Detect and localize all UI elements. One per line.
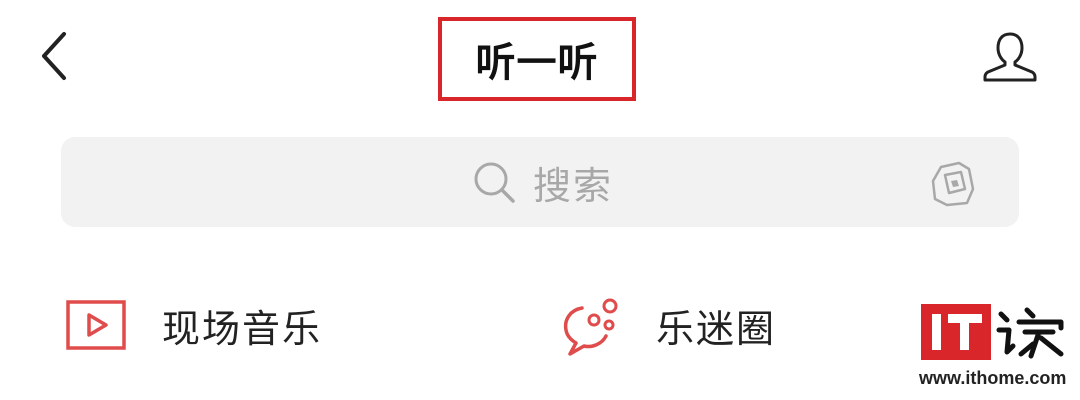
search-center: 搜索 (471, 137, 613, 227)
category-label-live-music: 现场音乐 (162, 306, 323, 351)
title-highlight-box: 听一听 (438, 17, 636, 101)
chat-bubble-icon (563, 298, 618, 356)
user-icon (983, 32, 1037, 82)
page-title: 听一听 (475, 40, 599, 86)
ithome-logo (921, 304, 1064, 360)
ithome-watermark: www.ithome.com (915, 300, 1067, 395)
watermark-url: www.ithome.com (919, 368, 1067, 388)
page: 听一听 搜索 现场音乐 乐迷圈 www.ithome.com (0, 0, 1080, 400)
chevron-left-icon (42, 32, 66, 80)
category-fan-circle[interactable]: 乐迷圈 (560, 290, 776, 360)
back-button[interactable] (30, 28, 80, 84)
play-video-icon (66, 300, 126, 350)
search-icon (474, 162, 515, 203)
search-bar[interactable]: 搜索 (61, 137, 1019, 227)
search-placeholder: 搜索 (533, 163, 614, 208)
category-live-music[interactable]: 现场音乐 (66, 290, 322, 360)
scan-icon[interactable] (927, 159, 979, 209)
category-label-fan-circle: 乐迷圈 (656, 306, 777, 351)
profile-button[interactable] (980, 28, 1040, 84)
